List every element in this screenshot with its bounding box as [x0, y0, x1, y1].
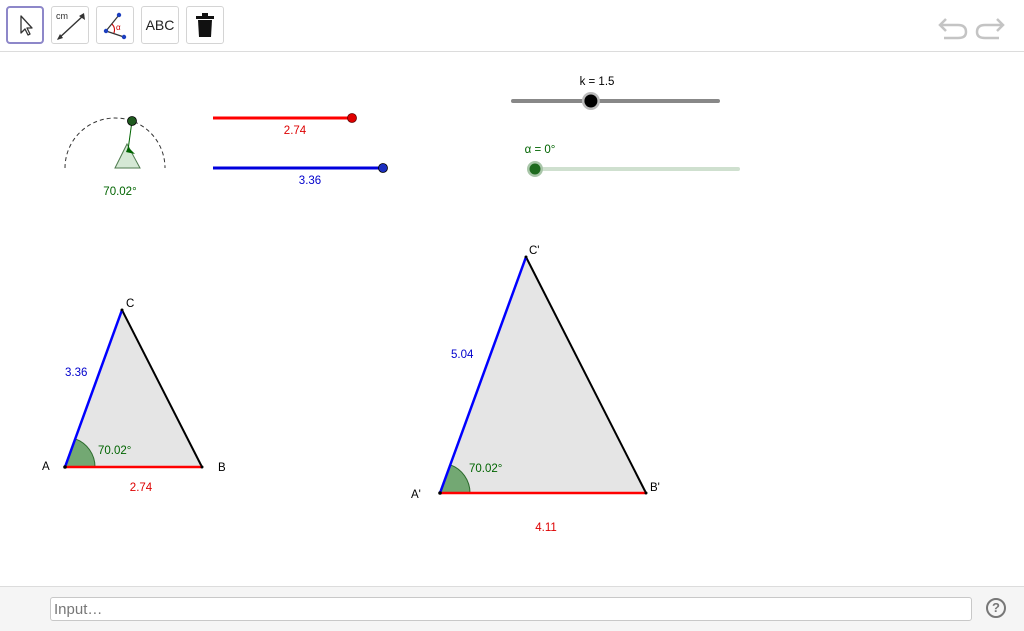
move-tool-button[interactable]: [6, 6, 44, 44]
angle-tool-label: α: [116, 23, 121, 32]
alpha-slider-handle[interactable]: [529, 163, 541, 175]
trash-icon: [196, 13, 214, 37]
alpha-slider-label: α = 0°: [525, 144, 556, 156]
side-a-prime-c-prime-length: 5.04: [451, 349, 474, 361]
k-slider-label: k = 1.5: [580, 76, 615, 88]
graphics-view[interactable]: 70.02° 2.74 3.36 k = 1.5 α = 0° A B C 2.…: [0, 52, 1024, 586]
angle-a-label: 70.02°: [98, 445, 131, 457]
angle-control[interactable]: 70.02°: [64, 116, 166, 199]
redo-button[interactable]: [973, 10, 1007, 42]
angle-a-prime-label: 70.02°: [469, 463, 502, 475]
vertex-a-label: A: [42, 461, 50, 473]
distance-tool-button[interactable]: cm: [51, 6, 89, 44]
input-bar: ?: [0, 586, 1024, 631]
delete-tool-button[interactable]: [186, 6, 224, 44]
k-slider-handle[interactable]: [584, 94, 598, 108]
side-a-prime-b-prime-length: 4.11: [535, 522, 557, 534]
undo-button[interactable]: [936, 10, 970, 42]
length-slider-blue-label: 3.36: [299, 175, 321, 187]
input-field[interactable]: [50, 597, 972, 621]
angle-tool-button[interactable]: α: [96, 6, 134, 44]
angle-icon: α: [103, 12, 127, 40]
help-icon[interactable]: ?: [986, 598, 1006, 618]
cursor-arrow-icon: [20, 15, 33, 36]
toolbar: cm α ABC: [0, 0, 1024, 52]
undo-icon: [938, 18, 968, 40]
angle-control-handle[interactable]: [127, 116, 137, 126]
text-tool-button[interactable]: ABC: [141, 6, 179, 44]
vertex-b-prime-label: B': [650, 482, 660, 494]
alpha-slider[interactable]: α = 0°: [525, 144, 740, 177]
text-icon: ABC: [145, 17, 175, 33]
k-slider[interactable]: k = 1.5: [511, 76, 720, 110]
length-slider-blue-handle[interactable]: [378, 163, 388, 173]
side-ac-length: 3.36: [65, 367, 87, 379]
angle-control-label: 70.02°: [103, 186, 136, 198]
length-slider-red-label: 2.74: [284, 125, 307, 137]
vertex-c-label: C: [126, 298, 134, 310]
angle-control-sector: [114, 142, 141, 169]
length-slider-blue[interactable]: 3.36: [213, 163, 388, 188]
vertex-a-prime-label: A': [411, 489, 421, 501]
angle-control-arc: [64, 117, 166, 169]
distance-ruler-icon: cm: [56, 11, 85, 40]
length-slider-red-handle[interactable]: [347, 113, 357, 123]
length-slider-red[interactable]: 2.74: [213, 113, 357, 138]
vertex-c-prime-label: C': [529, 245, 540, 257]
distance-tool-label: cm: [56, 11, 68, 21]
redo-icon: [975, 18, 1005, 40]
side-ab-length: 2.74: [130, 482, 153, 494]
triangle-image[interactable]: A' B' C' 4.11 5.04 70.02°: [411, 245, 660, 534]
vertex-b-label: B: [218, 462, 226, 474]
triangle-abc[interactable]: A B C 2.74 3.36 70.02°: [42, 298, 226, 494]
